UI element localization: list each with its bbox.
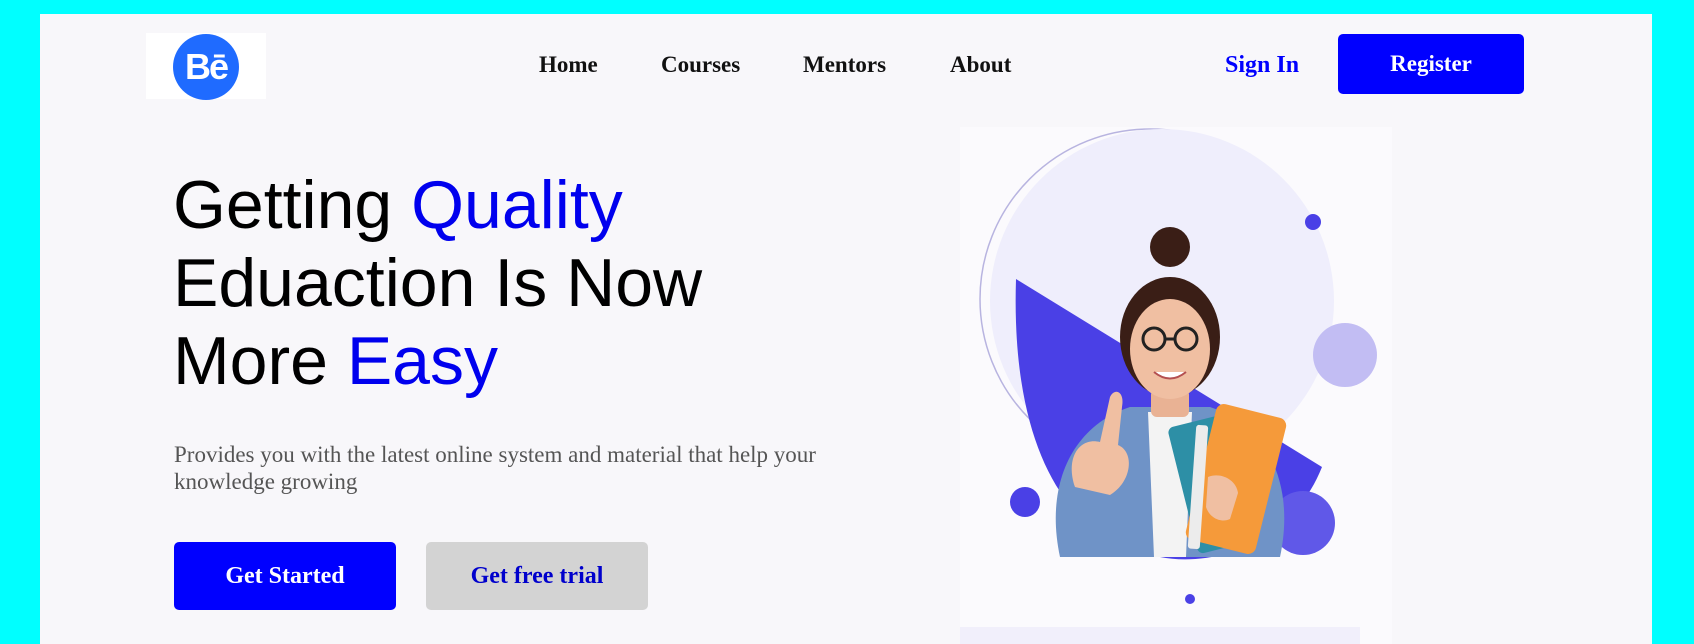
sign-in-link[interactable]: Sign In (1225, 52, 1299, 79)
logo-text: Bē (184, 46, 229, 87)
headline-text: Getting (173, 167, 412, 243)
nav-courses[interactable]: Courses (661, 52, 740, 78)
nav-about[interactable]: About (950, 52, 1011, 78)
decor-dot-small (1305, 214, 1321, 230)
headline-text: Eduaction Is Now (173, 245, 703, 321)
landing-page: Bē Home Courses Mentors About Sign In Re… (40, 14, 1652, 644)
decor-dot-bottom (1185, 594, 1195, 604)
get-started-button[interactable]: Get Started (174, 542, 396, 610)
behance-logo-icon: Bē (173, 34, 239, 100)
student-face (1130, 299, 1210, 399)
register-button[interactable]: Register (1338, 34, 1524, 94)
nav-home[interactable]: Home (539, 52, 598, 78)
logo[interactable]: Bē (146, 33, 266, 100)
nav-mentors[interactable]: Mentors (803, 52, 886, 78)
decor-bubble-light (1313, 323, 1377, 387)
hero-description: Provides you with the latest online syst… (174, 442, 816, 494)
get-free-trial-button[interactable]: Get free trial (426, 542, 648, 610)
decor-dot-left (1010, 487, 1040, 517)
headline-text: More (173, 323, 347, 399)
headline-accent-quality: Quality (411, 167, 623, 243)
headline-accent-easy: Easy (346, 323, 499, 399)
student-hair-bun (1150, 227, 1190, 267)
student-with-books-illustration (960, 127, 1392, 644)
illustration-floor (960, 627, 1360, 644)
hero-headline: Getting Quality Eduaction Is Now More Ea… (173, 166, 702, 400)
